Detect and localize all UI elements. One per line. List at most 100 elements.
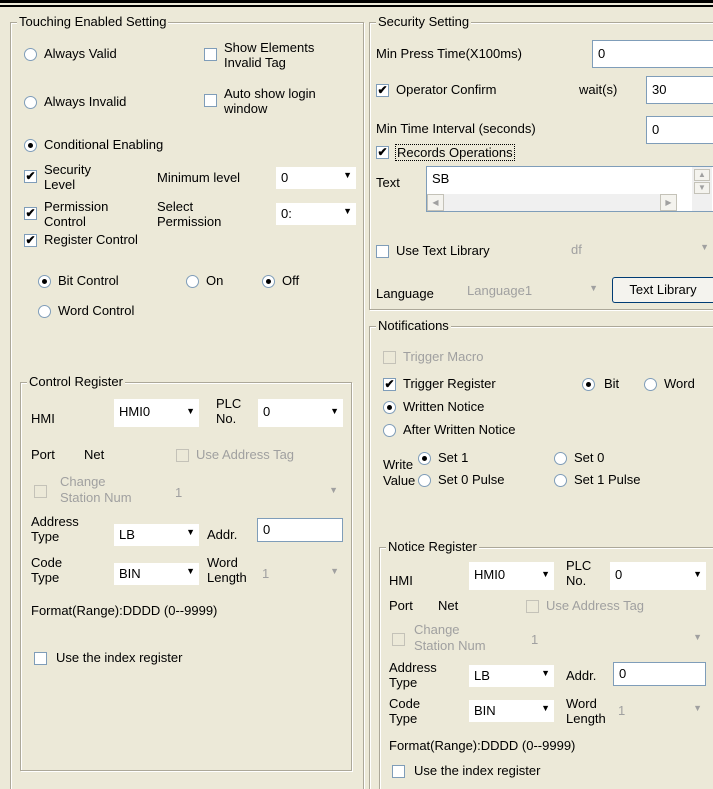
- word-radio[interactable]: [644, 378, 657, 391]
- set1-pulse-radio[interactable]: [554, 474, 567, 487]
- after-written-notice-radio[interactable]: [383, 424, 396, 437]
- nr-station-select[interactable]: 1 ▼: [526, 629, 706, 651]
- permission-label[interactable]: Permission: [44, 199, 108, 214]
- cr-use-index-checkbox[interactable]: [34, 652, 47, 665]
- set1-label[interactable]: Set 1: [438, 450, 468, 465]
- register-control-checkbox[interactable]: ✔: [24, 234, 37, 247]
- min-interval-input[interactable]: 0: [646, 116, 713, 144]
- always-invalid-label[interactable]: Always Invalid: [44, 94, 126, 109]
- text-library-button[interactable]: Text Library: [612, 277, 713, 303]
- always-valid-radio[interactable]: [24, 48, 37, 61]
- cr-use-address-tag-label[interactable]: Use Address Tag: [196, 447, 294, 462]
- nr-plc-select[interactable]: 0 ▼: [610, 562, 706, 590]
- text-library-select[interactable]: df ▼: [566, 239, 713, 261]
- level-label[interactable]: Level: [44, 177, 75, 192]
- always-invalid-radio[interactable]: [24, 96, 37, 109]
- written-notice-label[interactable]: Written Notice: [403, 399, 484, 414]
- set1-pulse-label[interactable]: Set 1 Pulse: [574, 472, 641, 487]
- cr-change-station-checkbox[interactable]: [34, 485, 47, 498]
- scroll-right-icon[interactable]: ▶: [660, 194, 677, 211]
- scroll-down-icon[interactable]: ▼: [694, 182, 710, 194]
- cr-code-type-select[interactable]: BIN ▼: [114, 563, 199, 585]
- use-text-library-label[interactable]: Use Text Library: [396, 243, 490, 258]
- on-radio[interactable]: [186, 275, 199, 288]
- permission-select[interactable]: 0: ▼: [276, 203, 356, 225]
- invalid-tag-label[interactable]: Invalid Tag: [224, 55, 286, 70]
- auto-show-checkbox[interactable]: [204, 94, 217, 107]
- word-control-radio[interactable]: [38, 305, 51, 318]
- control-label[interactable]: Control: [44, 214, 86, 229]
- after-written-notice-label[interactable]: After Written Notice: [403, 422, 515, 437]
- nr-station-num-label[interactable]: Station Num: [414, 638, 486, 653]
- cr-station-select[interactable]: 1 ▼: [170, 482, 342, 504]
- set0-pulse-radio[interactable]: [418, 474, 431, 487]
- conditional-enabling-label[interactable]: Conditional Enabling: [44, 137, 163, 152]
- operator-confirm-checkbox[interactable]: ✔: [376, 84, 389, 97]
- cr-addr-input[interactable]: 0: [257, 518, 343, 542]
- security-label[interactable]: Security: [44, 162, 91, 177]
- set1-radio[interactable]: [418, 452, 431, 465]
- on-label[interactable]: On: [206, 273, 223, 288]
- nr-word-length-select[interactable]: 1 ▼: [613, 700, 706, 722]
- bit-control-label[interactable]: Bit Control: [58, 273, 119, 288]
- cr-station-num-label[interactable]: Station Num: [60, 490, 132, 505]
- off-label[interactable]: Off: [282, 273, 299, 288]
- use-text-library-checkbox[interactable]: [376, 245, 389, 258]
- set0-label[interactable]: Set 0: [574, 450, 604, 465]
- cr-use-index-label[interactable]: Use the index register: [56, 650, 182, 665]
- cr-address-type-select[interactable]: LB ▼: [114, 524, 199, 546]
- vertical-scrollbar[interactable]: ▲ ▼: [692, 167, 712, 211]
- show-elements-label[interactable]: Show Elements: [224, 40, 314, 55]
- window-label[interactable]: window: [224, 101, 267, 116]
- trigger-register-checkbox[interactable]: ✔: [383, 378, 396, 391]
- cr-plc-select[interactable]: 0 ▼: [258, 399, 343, 427]
- nr-code-type-select[interactable]: BIN ▼: [469, 700, 554, 722]
- wait-input[interactable]: 30: [646, 76, 713, 104]
- cr-word-length-select[interactable]: 1 ▼: [257, 563, 343, 585]
- nr-use-address-tag-checkbox[interactable]: [526, 600, 539, 613]
- scroll-up-icon[interactable]: ▲: [694, 169, 710, 181]
- language-select[interactable]: Language1 ▼: [462, 280, 602, 302]
- scroll-left-icon[interactable]: ◀: [427, 194, 444, 211]
- records-operations-checkbox[interactable]: ✔: [376, 146, 389, 159]
- nr-use-index-checkbox[interactable]: [392, 765, 405, 778]
- nr-change-station-checkbox[interactable]: [392, 633, 405, 646]
- off-radio[interactable]: [262, 275, 275, 288]
- cr-change-label[interactable]: Change: [60, 474, 106, 489]
- text-area-value[interactable]: SB: [432, 171, 449, 186]
- trigger-register-label[interactable]: Trigger Register: [403, 376, 496, 391]
- minimum-level-select[interactable]: 0 ▼: [276, 167, 356, 189]
- set0-pulse-label[interactable]: Set 0 Pulse: [438, 472, 505, 487]
- register-control-label[interactable]: Register Control: [44, 232, 138, 247]
- trigger-macro-label[interactable]: Trigger Macro: [403, 349, 483, 364]
- min-press-input[interactable]: 0: [592, 40, 713, 68]
- show-elements-checkbox[interactable]: [204, 48, 217, 61]
- bit-label[interactable]: Bit: [604, 376, 619, 391]
- security-level-checkbox[interactable]: ✔: [24, 170, 37, 183]
- bit-control-radio[interactable]: [38, 275, 51, 288]
- trigger-macro-checkbox[interactable]: [383, 351, 396, 364]
- operator-confirm-label[interactable]: Operator Confirm: [396, 82, 496, 97]
- written-notice-radio[interactable]: [383, 401, 396, 414]
- word-control-label[interactable]: Word Control: [58, 303, 134, 318]
- cr-hmi-select[interactable]: HMI0 ▼: [114, 399, 199, 427]
- horizontal-scrollbar[interactable]: ◀ ▶: [427, 194, 677, 211]
- cr-use-address-tag-checkbox[interactable]: [176, 449, 189, 462]
- bit-radio[interactable]: [582, 378, 595, 391]
- nr-address-type-select[interactable]: LB ▼: [469, 665, 554, 687]
- word-label[interactable]: Word: [664, 376, 695, 391]
- set0-radio[interactable]: [554, 452, 567, 465]
- nr-addr-input[interactable]: 0: [613, 662, 706, 686]
- cr-no-label: No.: [216, 411, 237, 426]
- nr-hmi-select[interactable]: HMI0 ▼: [469, 562, 554, 590]
- text-label: Text: [376, 175, 400, 190]
- conditional-enabling-radio[interactable]: [24, 139, 37, 152]
- nr-use-address-tag-label[interactable]: Use Address Tag: [546, 598, 644, 613]
- text-area[interactable]: SB ◀ ▶ ▲ ▼: [426, 166, 713, 212]
- nr-use-index-label[interactable]: Use the index register: [414, 763, 540, 778]
- auto-show-label[interactable]: Auto show login: [224, 86, 316, 101]
- permission-control-checkbox[interactable]: ✔: [24, 207, 37, 220]
- nr-change-label[interactable]: Change: [414, 622, 460, 637]
- records-operations-label[interactable]: Records Operations: [395, 144, 515, 161]
- always-valid-label[interactable]: Always Valid: [44, 46, 117, 61]
